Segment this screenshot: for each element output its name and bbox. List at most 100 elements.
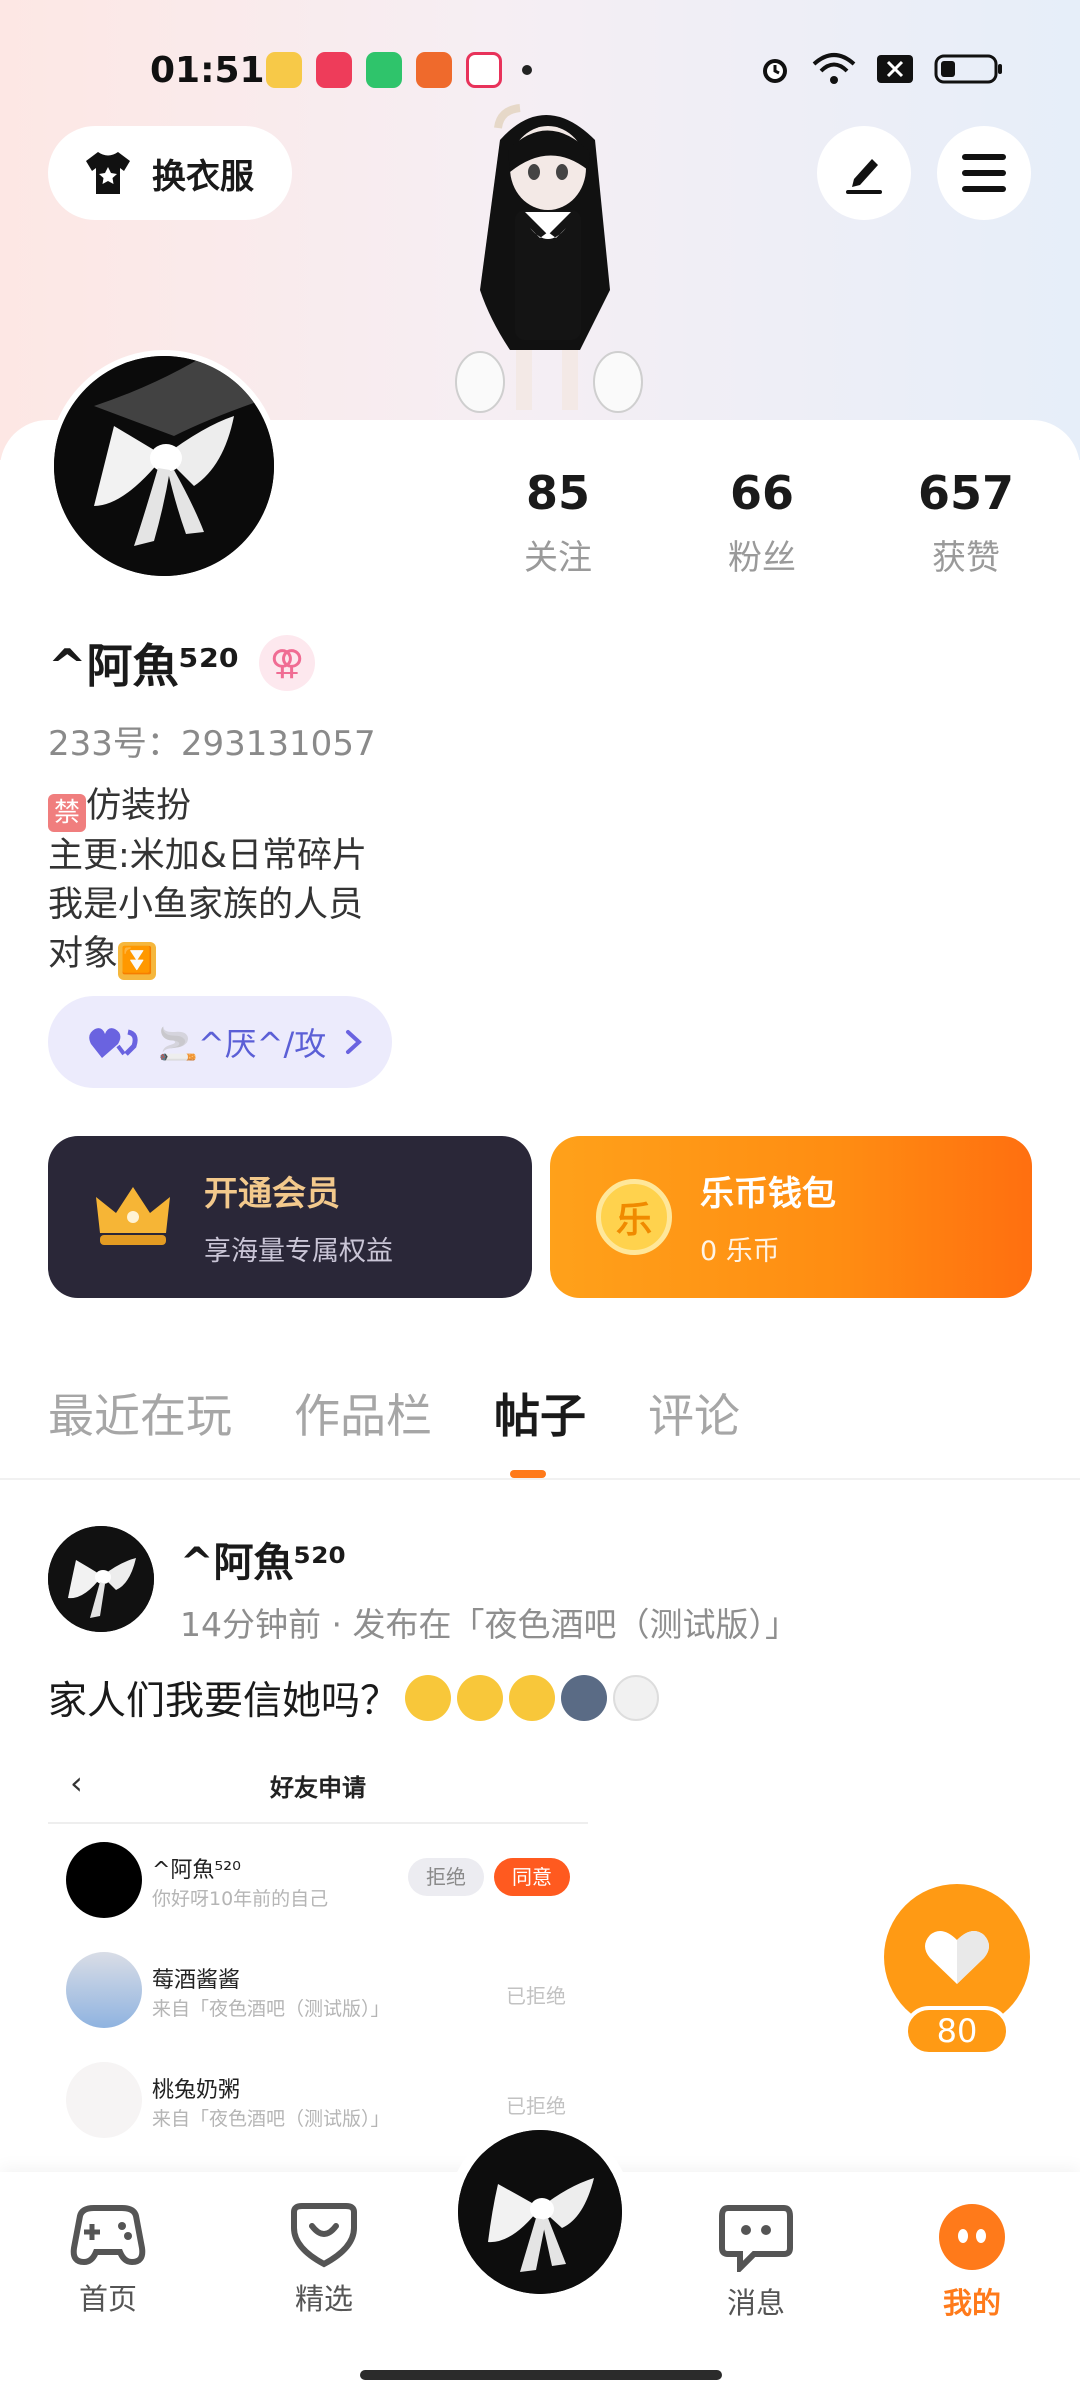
coin-icon: 乐	[596, 1179, 672, 1255]
accept-button: 同意	[494, 1858, 570, 1896]
heart-bubble-icon	[291, 2203, 357, 2268]
request-source: 来自「夜色酒吧（测试版）」	[152, 1998, 390, 2020]
status-bar: 01:51	[0, 40, 1080, 104]
tab-posts[interactable]: 帖子	[494, 1380, 586, 1446]
bow-avatar-image	[458, 2130, 622, 2294]
post-content: 家人们我要信她吗？	[48, 1670, 660, 1726]
alarm-icon	[763, 59, 787, 83]
nav-messages[interactable]: 消息	[686, 2202, 826, 2322]
vip-subtitle: 享海量专属权益	[204, 1236, 393, 1267]
profile-tabs: 最近在玩 作品栏 帖子 评论	[48, 1380, 740, 1446]
wallet-card[interactable]: 乐 乐币钱包 0 乐币	[550, 1136, 1032, 1298]
pen-icon	[846, 159, 882, 194]
nav-me-label: 我的	[942, 2286, 1001, 2320]
double-heart-icon	[89, 1028, 138, 1058]
post-author-avatar[interactable]	[48, 1526, 154, 1632]
shirt-icon	[86, 152, 130, 194]
followers-label: 粉丝	[728, 538, 796, 578]
stat-likes[interactable]: 657 获赞	[886, 466, 1046, 579]
menu-button[interactable]	[937, 126, 1031, 220]
bio-line: 主更:米加&日常碎片	[48, 836, 368, 876]
status-time: 01:51	[150, 50, 265, 91]
tab-comments[interactable]: 评论	[648, 1380, 740, 1446]
notification-icons	[266, 52, 532, 88]
profile-bio: 禁仿装扮 主更:米加&日常碎片 我是小鱼家族的人员 对象 ⏬	[48, 782, 367, 980]
wifi-icon	[812, 53, 856, 84]
bow-avatar-image	[54, 356, 274, 576]
nav-messages-label: 消息	[726, 2286, 785, 2320]
profile-nickname: ^阿魚⁵²⁰ ⚢	[48, 630, 315, 696]
stat-followers[interactable]: 66 粉丝	[682, 466, 842, 579]
likes-count: 657	[917, 466, 1015, 520]
post-author-name[interactable]: ^阿魚⁵²⁰	[180, 1530, 346, 1588]
tab-divider	[0, 1478, 1080, 1480]
wallet-title: 乐币钱包	[700, 1174, 836, 1214]
sweat-smile-emoji	[457, 1675, 504, 1721]
vip-title: 开通会员	[204, 1174, 340, 1214]
more-notifications-icon	[522, 65, 532, 75]
post-meta: 14分钟前 · 发布在「夜色酒吧（测试版）」	[180, 1605, 798, 1644]
nav-center-avatar-button[interactable]	[448, 2120, 632, 2304]
double-down-arrow-badge: ⏬	[118, 942, 157, 980]
bio-line: 禁仿装扮	[48, 782, 367, 832]
sweat-smile-emoji	[509, 1675, 556, 1721]
gamepad-icon	[70, 2205, 146, 2266]
nav-home-label: 首页	[78, 2282, 137, 2316]
nav-featured-label: 精选	[294, 2282, 353, 2316]
friend-request-row: 莓酒酱酱 来自「夜色酒吧（测试版）」 已拒绝	[48, 1934, 588, 2044]
heart-icon	[925, 1931, 989, 1984]
friend-request-header: ‹ 好友申请	[48, 1746, 588, 1824]
requester-avatar	[66, 1842, 142, 1918]
nav-featured[interactable]: 精选	[254, 2202, 394, 2318]
nav-home[interactable]: 首页	[38, 2202, 178, 2318]
sim-off-icon	[877, 55, 913, 83]
active-tab-indicator	[510, 1470, 546, 1478]
chevron-right-icon	[346, 1030, 363, 1054]
weibo-icon	[266, 52, 302, 88]
bio-line: 我是小鱼家族的人员	[48, 885, 364, 925]
chat-icon	[719, 2205, 793, 2276]
likes-label: 获赞	[932, 538, 1000, 578]
request-source: 来自「夜色酒吧（测试版）」	[152, 2108, 390, 2130]
edit-profile-button[interactable]	[817, 126, 911, 220]
following-label: 关注	[524, 538, 592, 578]
requester-avatar	[66, 1952, 142, 2028]
tab-works[interactable]: 作品栏	[294, 1380, 432, 1446]
prohibited-badge: 禁	[48, 794, 86, 832]
requester-name: ^阿魚⁵²⁰	[152, 1858, 241, 1883]
change-outfit-button[interactable]: 换衣服	[48, 126, 292, 220]
center-avatar	[458, 2130, 622, 2294]
post-image[interactable]: ‹ 好友申请 ^阿魚⁵²⁰ 你好呀10年前的自己 拒绝 同意 莓酒酱酱 来自「夜…	[48, 1746, 588, 2146]
profile-face-icon	[939, 2204, 1005, 2270]
stat-following[interactable]: 85 关注	[478, 466, 638, 579]
wallet-balance: 0 乐币	[700, 1236, 780, 1267]
sweat-smile-emoji	[405, 1675, 452, 1721]
avatar-character-figure[interactable]	[430, 100, 660, 430]
nickname-text: ^阿魚⁵²⁰	[48, 639, 239, 693]
green-app-icon	[366, 52, 402, 88]
friend-request-row: ^阿魚⁵²⁰ 你好呀10年前的自己 拒绝 同意	[48, 1824, 588, 1934]
followers-count: 66	[729, 466, 794, 520]
post-text: 家人们我要信她吗？	[48, 1679, 400, 1724]
like-count: 80	[904, 2006, 1010, 2056]
user-id[interactable]: 233号：293131057	[48, 716, 376, 765]
requester-name: 桃兔奶粥	[152, 2078, 241, 2103]
request-status: 已拒绝	[506, 1984, 566, 2008]
video-app-icon	[316, 52, 352, 88]
menu-icon	[962, 154, 1006, 192]
reject-button: 拒绝	[408, 1858, 484, 1896]
profile-avatar[interactable]	[48, 350, 280, 582]
requester-avatar	[66, 2062, 142, 2138]
bio-line: 对象 ⏬	[48, 930, 367, 980]
following-count: 85	[525, 466, 590, 520]
tab-recently-played[interactable]: 最近在玩	[48, 1380, 232, 1446]
bow-avatar-image	[48, 1526, 154, 1632]
233-app-icon	[466, 52, 502, 88]
request-message: 你好呀10年前的自己	[152, 1888, 329, 1910]
crown-icon	[96, 1187, 170, 1245]
game-app-icon	[416, 52, 452, 88]
relationship-pill[interactable]: 🚬^厌^/攻	[48, 996, 392, 1088]
home-indicator[interactable]	[360, 2370, 722, 2380]
nav-me[interactable]: 我的	[902, 2202, 1042, 2322]
vip-membership-card[interactable]: 开通会员 享海量专属权益	[48, 1136, 532, 1298]
